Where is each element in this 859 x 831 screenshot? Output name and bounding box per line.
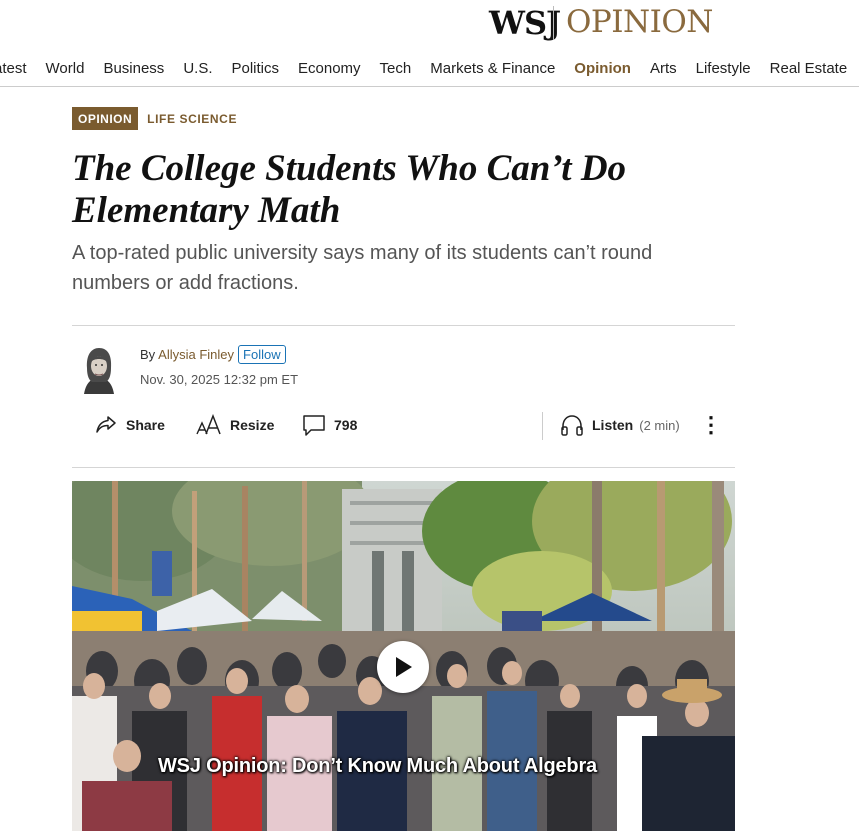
nav-item-markets-finance[interactable]: Markets & Finance: [430, 60, 555, 77]
opinion-badge[interactable]: OPINION: [72, 107, 139, 130]
headphones-icon: [561, 415, 583, 436]
masthead: WSJ OPINION: [0, 0, 859, 48]
comment-icon: [303, 415, 325, 436]
nav-divider: [0, 86, 859, 87]
share-button[interactable]: Share: [94, 414, 165, 436]
headline-line-2: Elementary Math: [72, 190, 341, 231]
divider: [72, 467, 735, 468]
resize-icon: [196, 414, 221, 435]
nav-item-economy[interactable]: Economy: [298, 60, 361, 77]
opinion-logo[interactable]: OPINION: [566, 4, 713, 40]
section-label[interactable]: LIFE SCIENCE: [147, 112, 237, 126]
byline-prefix: By: [140, 347, 156, 362]
comments-count: 798: [334, 417, 358, 433]
article-toolbar: Share Resize 798 Listen (2 min) ⋮: [92, 410, 732, 442]
resize-button[interactable]: Resize: [196, 414, 274, 436]
video-player[interactable]: WSJ Opinion: Don’t Know Much About Algeb…: [72, 481, 735, 831]
nav-item-real-estate[interactable]: Real Estate: [770, 60, 848, 77]
flashline: OPINION LIFE SCIENCE: [72, 107, 237, 130]
article-dek: A top-rated public university says many …: [72, 242, 653, 294]
timestamp: Nov. 30, 2025 12:32 pm ET: [140, 372, 299, 387]
nav-item-arts[interactable]: Arts: [650, 60, 677, 77]
video-caption: WSJ Opinion: Don’t Know Much About Algeb…: [158, 755, 597, 777]
nav-item-latest[interactable]: atest: [0, 60, 27, 77]
author-name[interactable]: Allysia Finley: [158, 347, 234, 362]
play-icon: [396, 657, 412, 677]
nav-item-world[interactable]: World: [46, 60, 85, 77]
byline: By Allysia Finley Follow: [140, 345, 286, 364]
follow-button[interactable]: Follow: [238, 345, 286, 364]
divider: [72, 325, 735, 326]
logo-divider: [553, 6, 554, 40]
share-icon: [96, 416, 116, 433]
headline-line-1: The College Students Who Can’t Do: [72, 148, 627, 189]
nav-item-lifestyle[interactable]: Lifestyle: [696, 60, 751, 77]
more-options-icon[interactable]: ⋮: [700, 412, 722, 438]
share-label: Share: [126, 417, 165, 433]
nav-item-politics[interactable]: Politics: [232, 60, 280, 77]
listen-label: Listen: [592, 417, 634, 433]
nav-item-tech[interactable]: Tech: [380, 60, 412, 77]
listen-duration: (2 min): [639, 417, 680, 433]
toolbar-divider: [542, 412, 543, 440]
author-avatar[interactable]: [76, 344, 122, 394]
nav-item-business[interactable]: Business: [103, 60, 164, 77]
headline: The College Students Who Can’t Do Elemen…: [72, 148, 732, 232]
nav-item-opinion[interactable]: Opinion: [574, 60, 631, 77]
nav-item-us[interactable]: U.S.: [183, 60, 212, 77]
comments-button[interactable]: 798: [302, 414, 357, 436]
play-button[interactable]: [377, 641, 429, 693]
wsj-logo[interactable]: WSJ: [489, 4, 561, 42]
section-nav: atest World Business U.S. Politics Econo…: [0, 52, 859, 84]
listen-button[interactable]: Listen (2 min): [560, 414, 680, 436]
resize-label: Resize: [230, 417, 275, 433]
